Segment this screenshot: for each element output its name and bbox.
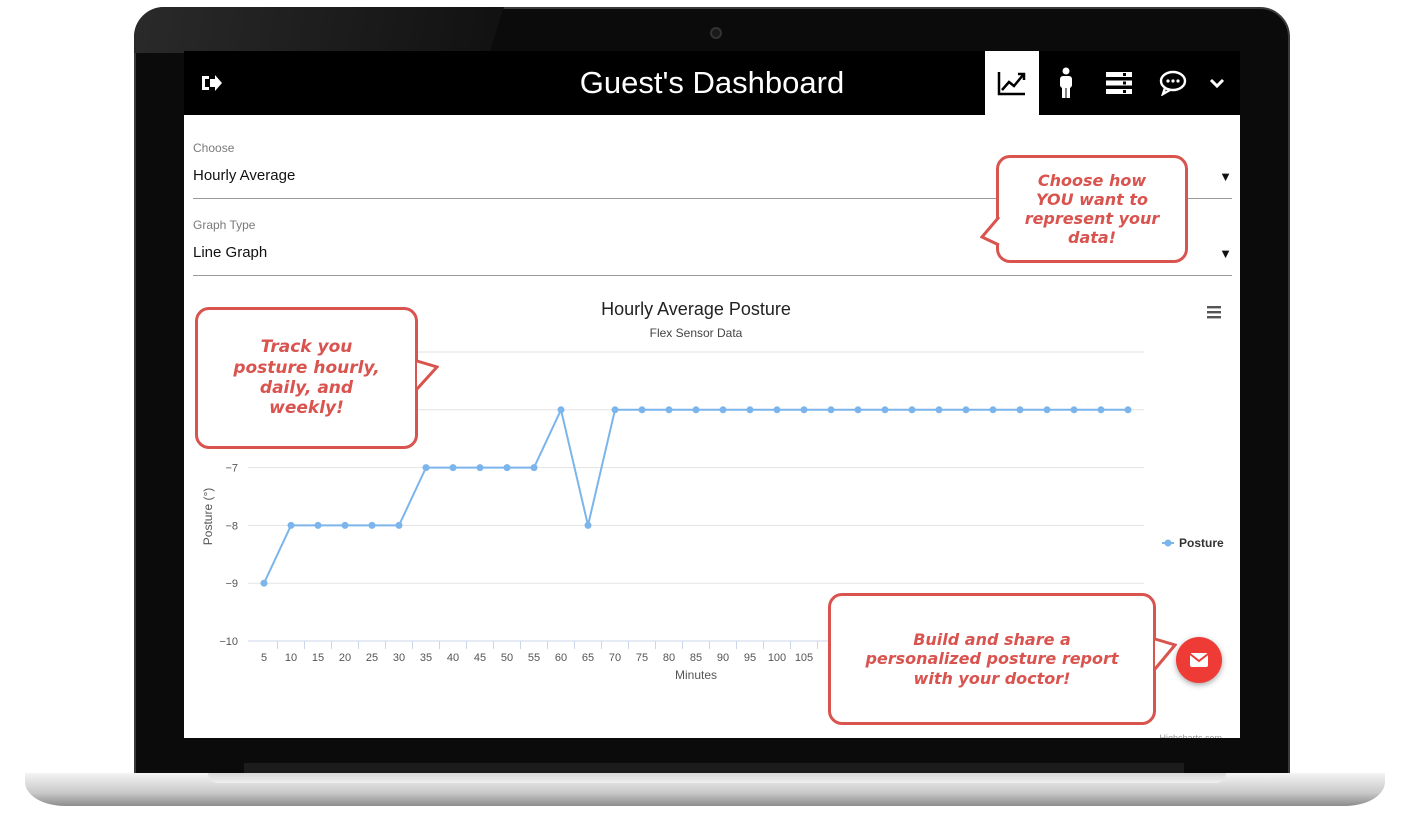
data-point (962, 406, 970, 414)
y-tick-label: −7 (225, 463, 238, 475)
webcam (710, 27, 722, 39)
logout-icon (202, 75, 222, 91)
chart-credits: Highcharts.com (1159, 733, 1222, 738)
callout-represent-text: Choose how YOU want to represent your da… (1024, 170, 1160, 248)
laptop-base-notch (208, 773, 1226, 783)
callout-track: Track you posture hourly, daily, and wee… (195, 307, 418, 449)
x-tick-label: 10 (285, 652, 297, 664)
data-point (611, 406, 619, 414)
data-point (746, 406, 754, 414)
data-point (773, 406, 781, 414)
chevron-down-icon (1209, 78, 1225, 89)
x-axis-title: Minutes (675, 668, 717, 682)
list-icon (1106, 72, 1132, 94)
x-tick-label: 100 (768, 652, 786, 664)
data-point (584, 521, 592, 529)
tab-chat[interactable] (1146, 51, 1200, 115)
x-tick-label: 90 (717, 652, 729, 664)
x-tick-label: 70 (609, 652, 621, 664)
x-tick-label: 85 (690, 652, 702, 664)
data-point (881, 406, 889, 414)
choose-caret-icon: ▼ (1219, 169, 1232, 184)
x-tick-label: 45 (474, 652, 486, 664)
graph-type-underline (193, 275, 1232, 276)
x-tick-label: 5 (261, 652, 267, 664)
x-tick-label: 55 (528, 652, 540, 664)
callout-represent-tail (980, 216, 1000, 247)
tab-list[interactable] (1092, 51, 1146, 115)
data-point (314, 521, 322, 529)
data-point (800, 406, 808, 414)
data-point (260, 579, 268, 587)
data-point (665, 406, 673, 414)
data-point (557, 406, 565, 414)
x-tick-label: 40 (447, 652, 459, 664)
app-screen: Guest's Dashboard Choose Hourly Average … (184, 51, 1240, 738)
callout-track-tail (415, 359, 439, 391)
chat-icon (1159, 70, 1187, 96)
data-point (908, 406, 916, 414)
data-point (692, 406, 700, 414)
person-icon (1060, 67, 1072, 98)
x-tick-label: 50 (501, 652, 513, 664)
logout-button[interactable] (184, 51, 238, 115)
x-tick-label: 75 (636, 652, 648, 664)
callout-represent: Choose how YOU want to represent your da… (996, 155, 1188, 263)
data-point (422, 464, 430, 472)
tab-posture[interactable] (1039, 51, 1093, 115)
y-tick-label: −10 (219, 636, 238, 648)
share-report-fab[interactable] (1176, 637, 1222, 683)
callout-report: Build and share a personalized posture r… (828, 593, 1156, 725)
tab-graph[interactable] (985, 51, 1039, 115)
data-point (827, 406, 835, 414)
data-point (368, 521, 376, 529)
hamburger-icon (1207, 306, 1221, 319)
data-point (287, 521, 295, 529)
x-tick-label: 80 (663, 652, 675, 664)
data-point (1097, 406, 1105, 414)
callout-report-text: Build and share a personalized posture r… (865, 630, 1119, 688)
data-point (449, 464, 457, 472)
y-axis-title: Posture (°) (201, 488, 215, 545)
data-point (530, 464, 538, 472)
line-chart-icon (997, 72, 1026, 96)
callout-track-text: Track you posture hourly, daily, and wee… (233, 337, 380, 419)
x-tick-label: 15 (312, 652, 324, 664)
x-tick-label: 25 (366, 652, 378, 664)
choose-label: Choose (193, 141, 235, 155)
data-point (341, 521, 349, 529)
data-point (503, 464, 511, 472)
data-point (1043, 406, 1051, 414)
data-point (1070, 406, 1078, 414)
x-tick-label: 105 (795, 652, 813, 664)
x-tick-label: 30 (393, 652, 405, 664)
data-point (638, 406, 646, 414)
y-tick-label: −9 (225, 578, 238, 590)
top-navbar: Guest's Dashboard (184, 51, 1240, 115)
legend-marker (1164, 539, 1172, 547)
bezel-reflection (134, 7, 504, 53)
data-point (1124, 406, 1132, 414)
x-tick-label: 95 (744, 652, 756, 664)
data-point (989, 406, 997, 414)
x-tick-label: 60 (555, 652, 567, 664)
x-tick-label: 65 (582, 652, 594, 664)
dropdown-menu-button[interactable] (1194, 51, 1240, 115)
x-tick-label: 35 (420, 652, 432, 664)
chart-menu-button[interactable] (1207, 305, 1223, 321)
x-tick-label: 20 (339, 652, 351, 664)
data-point (935, 406, 943, 414)
data-point (719, 406, 727, 414)
data-point (854, 406, 862, 414)
data-point (476, 464, 484, 472)
callout-report-tail (1153, 637, 1177, 670)
legend-label: Posture (1179, 536, 1224, 550)
y-tick-label: −8 (225, 520, 238, 532)
graph-type-caret-icon: ▼ (1219, 246, 1232, 261)
data-point (395, 521, 403, 529)
envelope-icon (1189, 653, 1209, 667)
data-point (1016, 406, 1024, 414)
